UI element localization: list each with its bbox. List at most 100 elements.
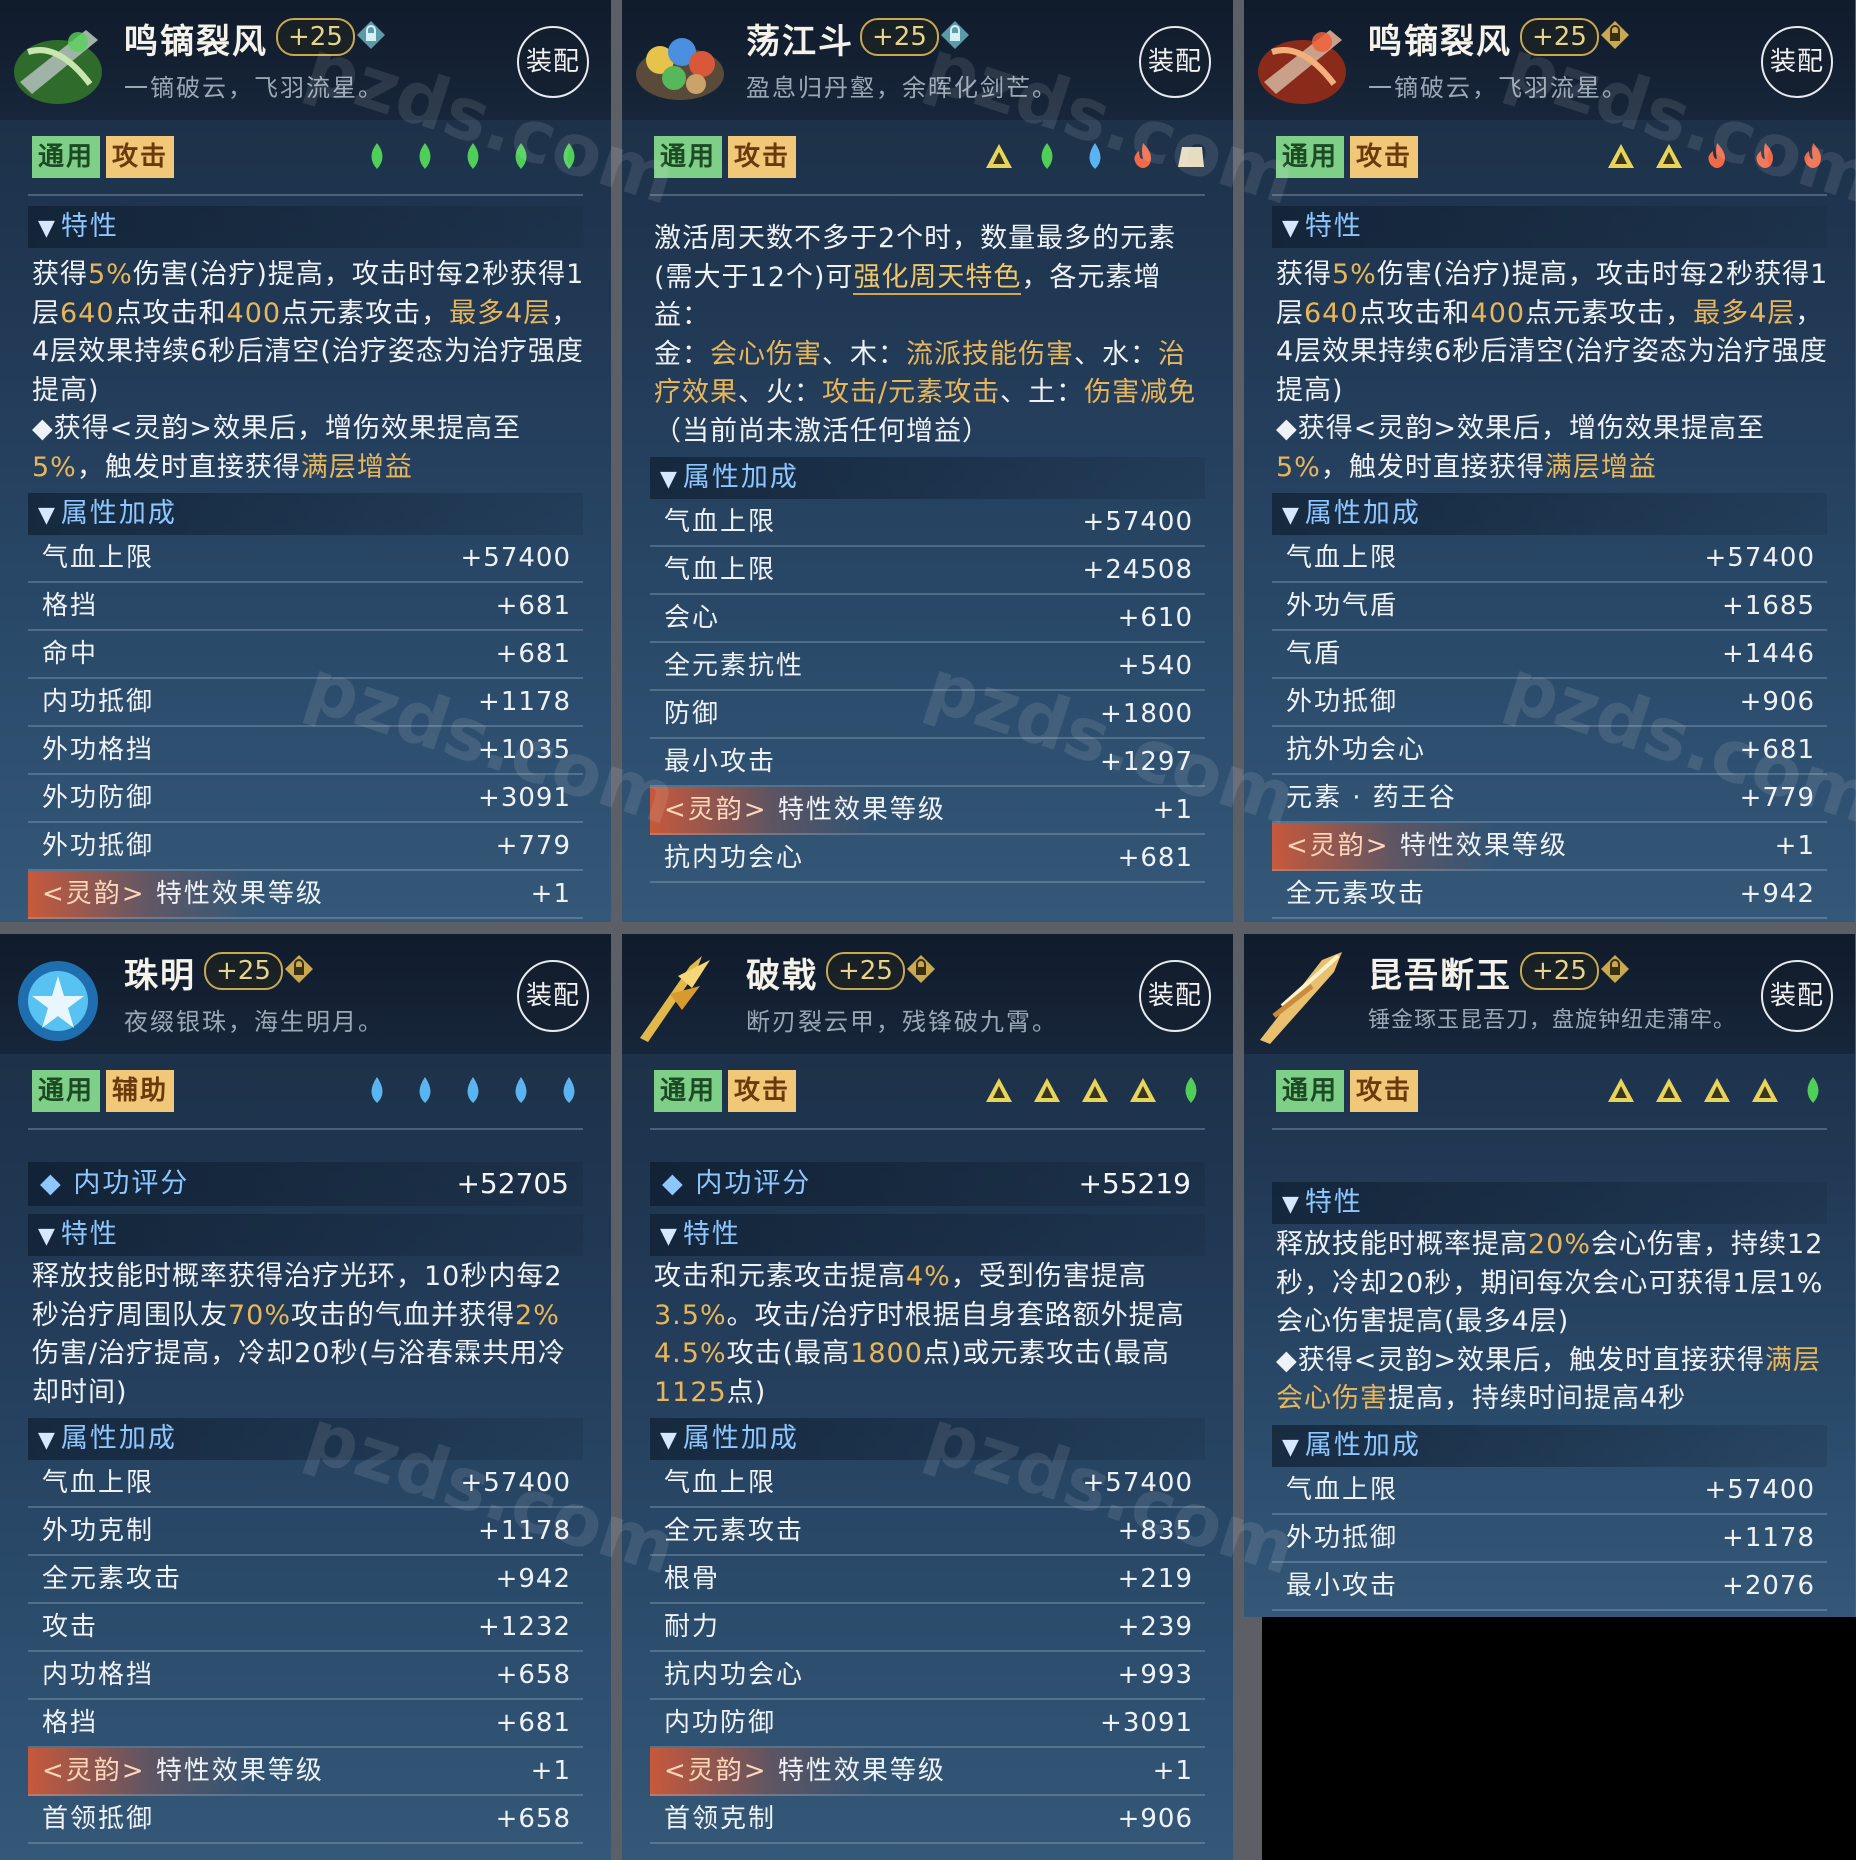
enhance-level-badge: +25 [860,18,939,56]
stat-row: 会心 +610 [650,595,1205,643]
weapon-card: 荡江斗 +25 盈息归丹壑，余晖化剑芒。 装配 通用 攻击 激活周天数不多于2个… [622,0,1233,922]
card-content: ▼ 特性 释放技能时概率提高20%会心伤害，持续12秒，冷却20秒，期间每次会心可… [1244,1182,1855,1611]
section-attributes[interactable]: ▼ 属性加成 [1272,1424,1827,1467]
wood-icon [505,138,537,174]
metal-icon [983,138,1015,174]
weapon-subtitle: 夜缀银珠，海生明月。 [124,1008,384,1036]
pearl-weapon-icon [18,961,98,1041]
water-icon [1079,138,1111,174]
stat-row: 内功格挡 +658 [28,1652,583,1700]
section-title: 特性 [1304,211,1363,242]
weapon-name: 珠明 [124,956,196,996]
empty-area [1262,1617,1856,1860]
divider [650,194,1205,196]
stat-row: 耐力 +239 [650,1604,1205,1652]
section-trait[interactable]: ▼ 特性 [28,206,583,248]
stat-row: 外功抵御 +1178 [1272,1515,1827,1563]
section-title: 属性加成 [1304,498,1421,529]
trait-description: 攻击和元素攻击提高4%，受到伤害提高3.5%。攻击/治疗时根据自身套路额外提高4… [654,1261,1185,1408]
wood-icon [1175,1072,1207,1108]
element-icons [1605,1072,1829,1112]
weapon-subtitle: 锤金琢玉昆吾刀，盘旋钟纽走蒲牢。 [1368,1008,1737,1033]
stat-row: 全元素抗性 +540 [650,643,1205,691]
lock-icon [357,21,385,49]
metal-icon [1127,1072,1159,1108]
equip-button[interactable]: 装配 [1761,26,1833,98]
section-attributes[interactable]: ▼ 属性加成 [650,1418,1205,1460]
equip-button[interactable]: 装配 [1761,960,1833,1032]
section-title: 特性 [60,1219,119,1250]
metal-icon [1605,138,1637,174]
weapon-card: 昆吾断玉 +25 锤金琢玉昆吾刀，盘旋钟纽走蒲牢。 装配 通用 攻击 ▼ 特性 释… [1244,934,1855,1617]
stat-row: 气血上限 +57400 [650,499,1205,547]
metal-icon [983,1072,1015,1108]
weapon-name: 鸣镝裂风 [124,22,268,62]
stat-row: 外功克制 +1178 [28,1508,583,1556]
trait-description: 获得5%伤害(治疗)提高，攻击时每2秒获得1层640点攻击和400点元素攻击，最… [1276,259,1829,483]
weapon-name: 荡江斗 [746,22,854,62]
earth-icon [1175,138,1207,174]
metal-icon [1701,1072,1733,1108]
tag-type: 攻击 [1350,136,1419,178]
weapon-name: 鸣镝裂风 [1368,22,1512,62]
metal-icon [1079,1072,1111,1108]
stat-row: 首领抵御 +658 [28,1796,583,1844]
card-content: 激活周天数不多于2个时，数量最多的元素(需大于12个)可强化周天特色，各元素增益… [622,220,1233,883]
stat-row: 内功防御 +3091 [650,1700,1205,1748]
tag-general: 通用 [32,136,101,178]
fire-icon [1127,138,1159,174]
stat-row-lingyun: <灵韵> 特性效果等级 +1 [1272,823,1827,871]
lock-icon [285,955,313,983]
stat-row: 最小攻击 +1297 [650,739,1205,787]
stat-row: 外功抵御 +906 [1272,679,1827,727]
tag-type: 攻击 [728,1070,797,1112]
tag-type: 攻击 [728,136,797,178]
fire-icon [1797,138,1829,174]
section-title: 属性加成 [682,1423,799,1454]
stat-row: 气血上限 +57400 [28,535,583,583]
section-trait[interactable]: ▼ 特性 [1272,1182,1827,1224]
element-icons [361,138,585,178]
lock-icon [1601,955,1629,983]
equip-button[interactable]: 装配 [517,960,589,1032]
section-trait[interactable]: ▼ 特性 [650,1214,1205,1256]
lock-icon [1601,21,1629,49]
weapon-cards-grid: 鸣镝裂风 +25 一镝破云，飞羽流星。 装配 通用 攻击 ▼ 特性 获得5%伤害(… [0,0,1856,1860]
equip-button[interactable]: 装配 [517,26,589,98]
stat-row: 抗外功会心 +681 [1272,727,1827,775]
element-icons [361,1072,585,1112]
stat-row: 气血上限 +57400 [1272,535,1827,583]
divider [28,1128,583,1130]
card-content: ▼ 特性 获得5%伤害(治疗)提高，攻击时每2秒获得1层640点攻击和400点元素… [0,206,611,919]
stat-row: 首领克制 +906 [650,1796,1205,1844]
section-trait[interactable]: ▼ 特性 [28,1214,583,1256]
tag-type: 攻击 [1350,1070,1419,1112]
crossbow-weapon-icon [1258,30,1346,104]
stat-row-lingyun: <灵韵> 特性效果等级 +1 [28,871,583,919]
stat-row: 外功格挡 +1035 [28,727,583,775]
section-attributes[interactable]: ▼ 属性加成 [1272,493,1827,535]
stat-row: 格挡 +681 [28,1700,583,1748]
weapon-subtitle: 一镝破云，飞羽流星。 [124,74,384,102]
wood-icon [361,138,393,174]
section-title: 特性 [1304,1187,1363,1218]
stat-row: 格挡 +681 [28,583,583,631]
stat-row: 根骨 +219 [650,1556,1205,1604]
section-attributes[interactable]: ▼ 属性加成 [28,1418,583,1460]
section-trait[interactable]: ▼ 特性 [1272,206,1827,248]
weapon-name: 破戟 [746,956,818,996]
equip-button[interactable]: 装配 [1139,960,1211,1032]
section-title: 特性 [60,211,119,242]
tag-general: 通用 [1276,136,1345,178]
section-attributes[interactable]: ▼ 属性加成 [28,493,583,535]
stat-row: 气血上限 +24508 [650,547,1205,595]
wood-icon [1031,138,1063,174]
weapon-card: 鸣镝裂风 +25 一镝破云，飞羽流星。 装配 通用 攻击 ▼ 特性 获得5%伤害(… [1244,0,1855,922]
equip-button[interactable]: 装配 [1139,26,1211,98]
crossbow-weapon-icon [14,30,102,104]
weapon-subtitle: 断刃裂云甲，残锋破九霄。 [746,1008,1058,1036]
stat-row-lingyun: <灵韵> 特性效果等级 +1 [28,1748,583,1796]
stat-row: 最小攻击 +2076 [1272,1563,1827,1611]
water-icon [553,1072,585,1108]
section-attributes[interactable]: ▼ 属性加成 [650,457,1205,499]
